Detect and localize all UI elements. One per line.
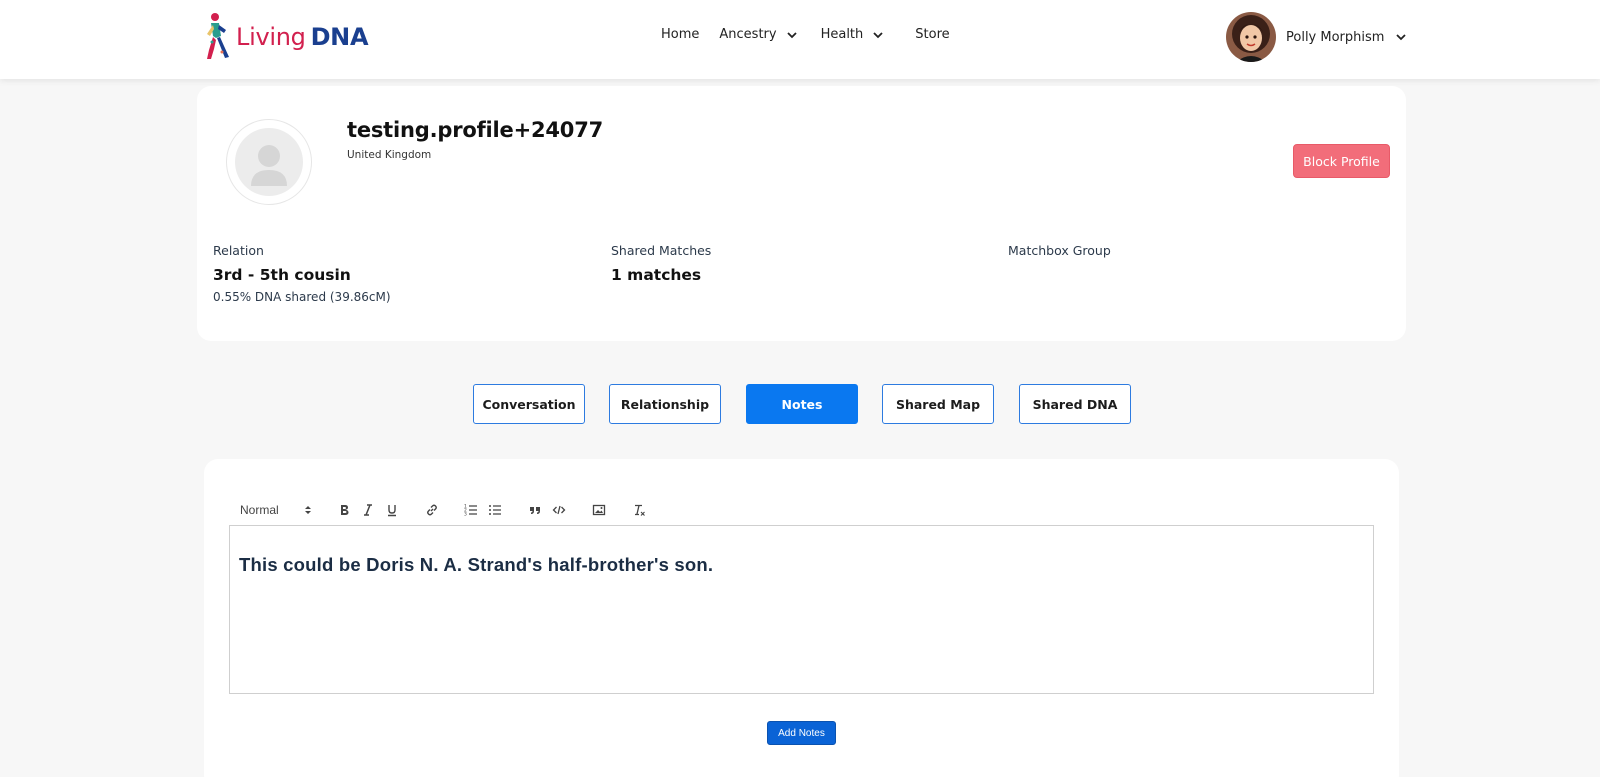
profile-country: United Kingdom: [347, 149, 432, 161]
nav-item-label: Store: [915, 27, 950, 42]
stat-label: Relation: [213, 243, 264, 258]
nav-item-label: Home: [661, 27, 700, 42]
user-menu[interactable]: Polly Morphism: [1226, 12, 1408, 62]
tab-shared-dna[interactable]: Shared DNA: [1019, 384, 1131, 424]
user-name: Polly Morphism: [1286, 29, 1385, 45]
italic-icon[interactable]: [359, 501, 377, 519]
profile-avatar: [226, 119, 312, 205]
notes-content[interactable]: This could be Doris N. A. Strand's half-…: [239, 554, 713, 576]
stat-matchbox-group: Matchbox Group: [1008, 243, 1111, 258]
code-icon[interactable]: [550, 501, 568, 519]
block-profile-button[interactable]: Block Profile: [1293, 144, 1390, 178]
blockquote-icon[interactable]: [526, 501, 544, 519]
bullet-list-icon[interactable]: [486, 501, 504, 519]
stat-value: 3rd - 5th cousin: [213, 266, 351, 284]
notes-card: Normal 123 This could be Doris N. A. Str…: [204, 459, 1399, 777]
format-select-value: Normal: [240, 503, 279, 517]
logo-figure-icon: [207, 13, 229, 59]
stat-relation: Relation 3rd - 5th cousin 0.55% DNA shar…: [213, 243, 391, 304]
clear-format-icon[interactable]: [630, 501, 648, 519]
notes-editor[interactable]: This could be Doris N. A. Strand's half-…: [229, 525, 1374, 694]
nav-item-health[interactable]: Health: [821, 27, 886, 42]
bold-icon[interactable]: [335, 501, 353, 519]
profile-name: testing.profile+24077: [347, 118, 604, 142]
nav-item-ancestry[interactable]: Ancestry: [719, 27, 798, 42]
nav-item-label: Health: [820, 27, 864, 42]
living-dna-logo[interactable]: Living DNA: [203, 12, 369, 62]
stat-sub: 0.55% DNA shared (39.86cM): [213, 290, 391, 304]
stat-label: Matchbox Group: [1008, 243, 1111, 258]
tab-relationship[interactable]: Relationship: [609, 384, 721, 424]
chevron-down-icon: [873, 31, 883, 38]
editor-toolbar: Normal 123: [240, 499, 648, 521]
avatar: [1226, 12, 1276, 62]
underline-icon[interactable]: [383, 501, 401, 519]
chevron-down-icon: [786, 31, 797, 38]
chevron-down-icon: [1396, 34, 1407, 41]
stat-shared-matches: Shared Matches 1 matches: [611, 243, 711, 284]
tab-notes[interactable]: Notes: [746, 384, 858, 424]
add-notes-button[interactable]: Add Notes: [767, 721, 836, 745]
svg-text:3: 3: [464, 512, 467, 518]
top-navigation-bar: Living DNA Home Ancestry Health Store Po…: [0, 0, 1600, 79]
image-icon[interactable]: [590, 501, 608, 519]
logo-text-living: Living: [236, 23, 306, 51]
nav-item-store[interactable]: Store: [915, 27, 949, 42]
nav-item-home[interactable]: Home: [661, 27, 699, 42]
tab-conversation[interactable]: Conversation: [473, 384, 585, 424]
stat-label: Shared Matches: [611, 243, 712, 258]
main-nav: Home Ancestry Health Store: [661, 27, 950, 42]
tab-shared-map[interactable]: Shared Map: [882, 384, 994, 424]
link-icon[interactable]: [423, 501, 441, 519]
format-select[interactable]: Normal: [240, 503, 312, 517]
profile-card: testing.profile+24077 United Kingdom Blo…: [197, 86, 1406, 341]
default-user-icon: [251, 145, 287, 186]
select-arrows-icon: [305, 506, 311, 514]
nav-item-label: Ancestry: [719, 27, 777, 42]
user-avatar-icon: [1226, 12, 1276, 62]
ordered-list-icon[interactable]: 123: [462, 501, 480, 519]
logo-text-dna: DNA: [310, 23, 369, 51]
stat-value: 1 matches: [611, 266, 702, 284]
